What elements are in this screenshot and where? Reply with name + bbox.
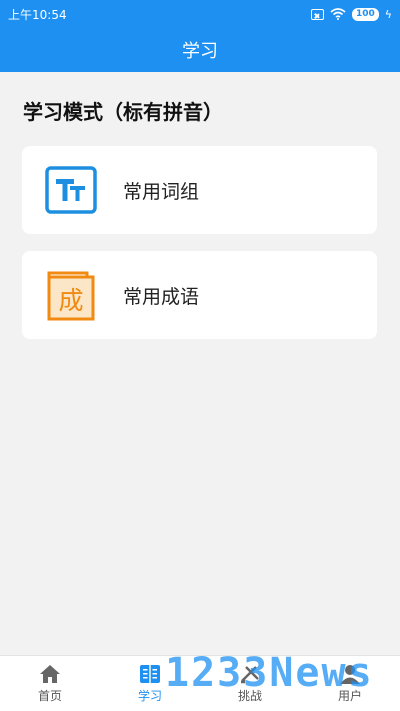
challenge-icon <box>241 666 259 684</box>
status-time: 上午10:54 <box>8 7 67 22</box>
idiom-mode-label: 常用成语 <box>123 285 200 308</box>
wifi-icon <box>330 8 346 20</box>
battery-icon: 100 <box>351 7 379 21</box>
user-icon <box>340 665 360 684</box>
section-heading: 学习模式（标有拼音） <box>23 100 223 124</box>
phrase-mode-card[interactable]: 常用词组 <box>22 146 377 234</box>
tab-study-label: 学习 <box>137 689 162 703</box>
text-size-icon <box>45 166 97 214</box>
idiom-mode-card[interactable]: 成 常用成语 <box>22 251 377 339</box>
charging-icon: ϟ <box>384 7 392 21</box>
tab-challenge-label: 挑战 <box>237 689 262 703</box>
tab-user-label: 用户 <box>337 689 362 703</box>
idiom-icon-char: 成 <box>58 286 83 315</box>
status-bar: 上午10:54 100 ϟ <box>0 0 400 28</box>
book-icon <box>140 665 160 683</box>
home-icon <box>40 665 60 683</box>
tab-study[interactable]: 学习 <box>100 656 200 711</box>
page-title: 学习 <box>0 28 400 72</box>
tab-user[interactable]: 用户 <box>300 656 400 711</box>
system-icons: 100 ϟ <box>310 7 392 21</box>
tab-home-label: 首页 <box>37 689 62 703</box>
tab-challenge[interactable]: 挑战 <box>200 656 300 711</box>
no-sim-icon <box>310 8 324 20</box>
tab-home[interactable]: 首页 <box>0 656 100 711</box>
phrase-mode-label: 常用词组 <box>123 180 200 203</box>
bottom-tab-bar: 首页 学习 挑战 用户 <box>0 655 400 711</box>
idiom-folder-icon: 成 <box>47 271 95 321</box>
